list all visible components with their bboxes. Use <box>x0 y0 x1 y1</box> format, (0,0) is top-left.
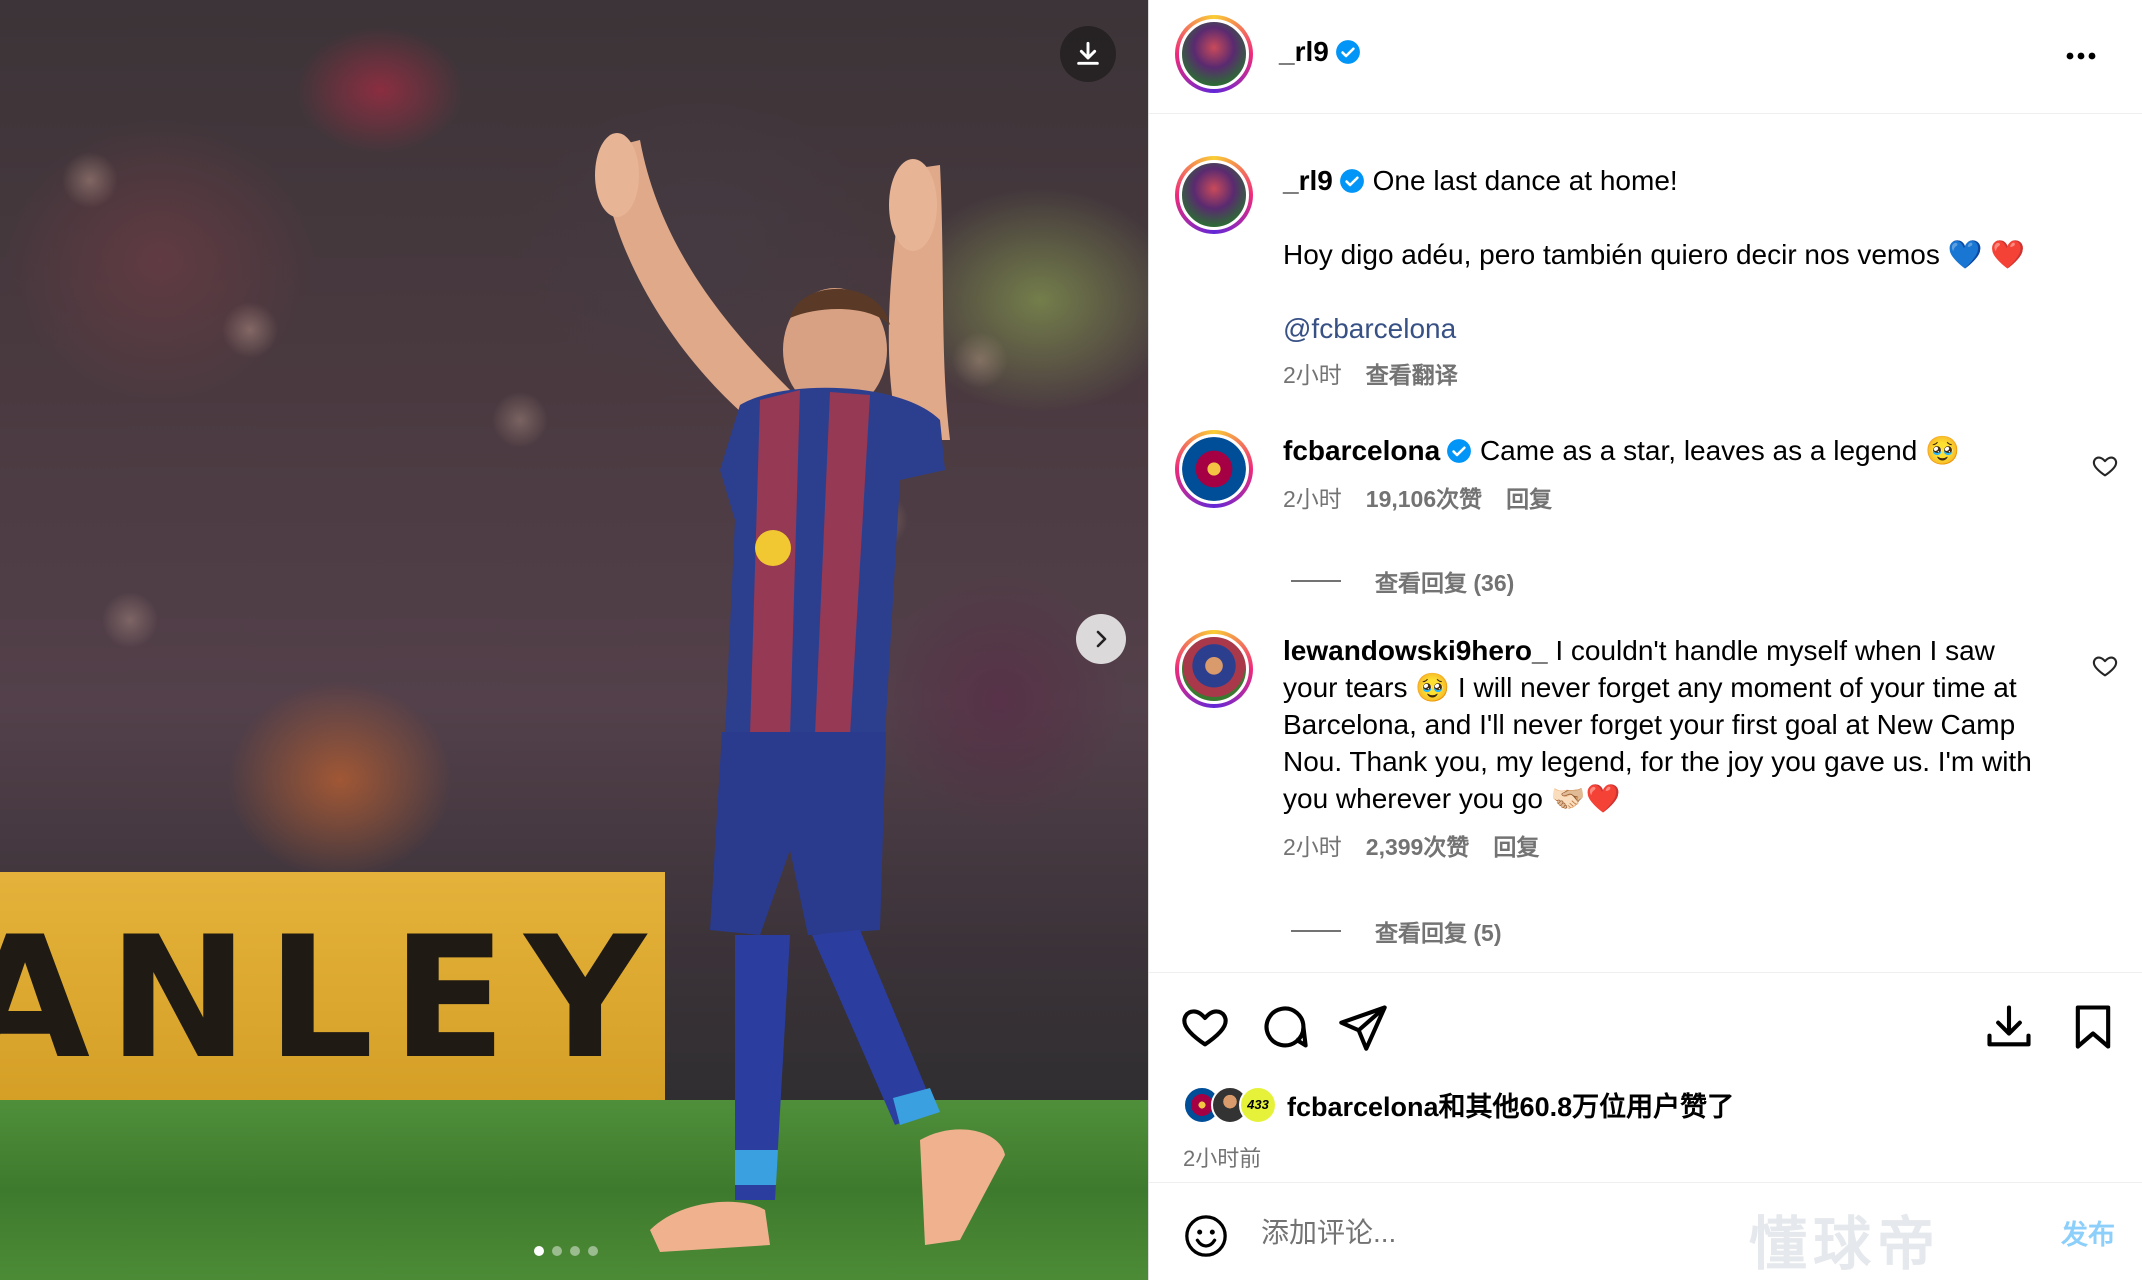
chevron-right-icon <box>1096 630 1107 648</box>
carousel-dots <box>534 1246 598 1256</box>
player-figure <box>595 133 1005 1252</box>
mention-link[interactable]: @fcbarcelona <box>1283 313 1456 344</box>
author-username[interactable]: _rl9 <box>1279 36 1361 68</box>
next-photo-button[interactable] <box>1076 614 1126 664</box>
comment-text: Came as a star, leaves as a legend 🥹 <box>1479 435 1960 466</box>
caption-time[interactable]: 2小时 <box>1283 357 1342 394</box>
view-replies-button[interactable]: 查看回复 (36) <box>1291 564 1514 598</box>
comment-likes[interactable]: 2,399次赞 <box>1366 829 1470 866</box>
comment-icon[interactable] <box>1259 1001 1311 1053</box>
commenter-username[interactable]: lewandowski9hero_ <box>1283 635 1548 666</box>
comment-time[interactable]: 2小时 <box>1283 829 1342 866</box>
post-comment-button[interactable]: 发布 <box>2061 1213 2115 1252</box>
share-icon[interactable] <box>1337 1001 1389 1053</box>
verified-badge-icon <box>1335 40 1360 64</box>
more-options-icon[interactable] <box>2061 36 2101 76</box>
view-replies-label[interactable]: 查看回复 (36) <box>1375 564 1514 598</box>
verified-badge-icon <box>1447 439 1472 463</box>
carousel-dot[interactable] <box>570 1246 580 1256</box>
commenter-username[interactable]: fcbarcelona <box>1283 435 1440 466</box>
liker-badge-text: 433 <box>1247 1097 1269 1112</box>
author-username-text[interactable]: _rl9 <box>1279 36 1329 67</box>
download-icon <box>1077 41 1099 65</box>
view-replies-button[interactable]: 查看回复 (5) <box>1291 914 1502 948</box>
caption-avatar[interactable] <box>1175 156 1253 234</box>
commenter-avatar[interactable] <box>1175 430 1253 508</box>
comment-like-icon[interactable] <box>2091 652 2119 680</box>
comment-likes[interactable]: 19,106次赞 <box>1366 481 1482 518</box>
post-panel: _rl9 _rl9 One last dance at home! Hoy di… <box>1148 0 2142 1280</box>
heart-icon[interactable] <box>1179 1001 1231 1053</box>
bookmark-icon[interactable] <box>2067 1001 2119 1053</box>
carousel-dot[interactable] <box>588 1246 598 1256</box>
comment-like-icon[interactable] <box>2091 452 2119 480</box>
replies-divider <box>1291 580 1341 582</box>
likes-summary[interactable]: 433 fcbarcelona和其他60.8万位用户赞了 <box>1183 1085 1734 1124</box>
comment-time[interactable]: 2小时 <box>1283 481 1342 518</box>
commenter-avatar[interactable] <box>1175 630 1253 708</box>
download-photo-button[interactable] <box>1060 26 1116 82</box>
liker-avatar-433[interactable]: 433 <box>1239 1085 1277 1124</box>
replies-divider <box>1291 930 1341 932</box>
author-avatar[interactable] <box>1175 15 1253 93</box>
verified-badge-icon <box>1339 169 1364 193</box>
post-time[interactable]: 2小时前 <box>1183 1141 1261 1173</box>
likes-text[interactable]: fcbarcelona和其他60.8万位用户赞了 <box>1287 1085 1734 1124</box>
reply-button[interactable]: 回复 <box>1506 481 1552 518</box>
download-icon[interactable] <box>1983 1001 2035 1053</box>
comments-section: _rl9 One last dance at home! Hoy digo ad… <box>1149 114 2142 974</box>
emoji-icon[interactable] <box>1183 1213 1229 1259</box>
add-comment-bar: 懂球帝 发布 <box>1149 1182 2142 1280</box>
view-replies-label[interactable]: 查看回复 (5) <box>1375 914 1502 948</box>
post-header: _rl9 <box>1149 0 2142 114</box>
caption-line-1: One last dance at home! <box>1372 165 1678 196</box>
translate-link[interactable]: 查看翻译 <box>1366 357 1458 394</box>
caption-line-2: Hoy digo adéu, pero también quiero decir… <box>1283 239 2026 270</box>
watermark: 懂球帝 <box>1749 1212 1942 1277</box>
carousel-dot[interactable] <box>552 1246 562 1256</box>
reply-button[interactable]: 回复 <box>1493 829 1539 866</box>
post-photo[interactable]: ANLEY <box>0 0 1148 1280</box>
caption-username[interactable]: _rl9 <box>1283 165 1333 196</box>
carousel-dot[interactable] <box>534 1246 544 1256</box>
post-actions: 433 fcbarcelona和其他60.8万位用户赞了 2小时前 <box>1149 972 2142 1182</box>
